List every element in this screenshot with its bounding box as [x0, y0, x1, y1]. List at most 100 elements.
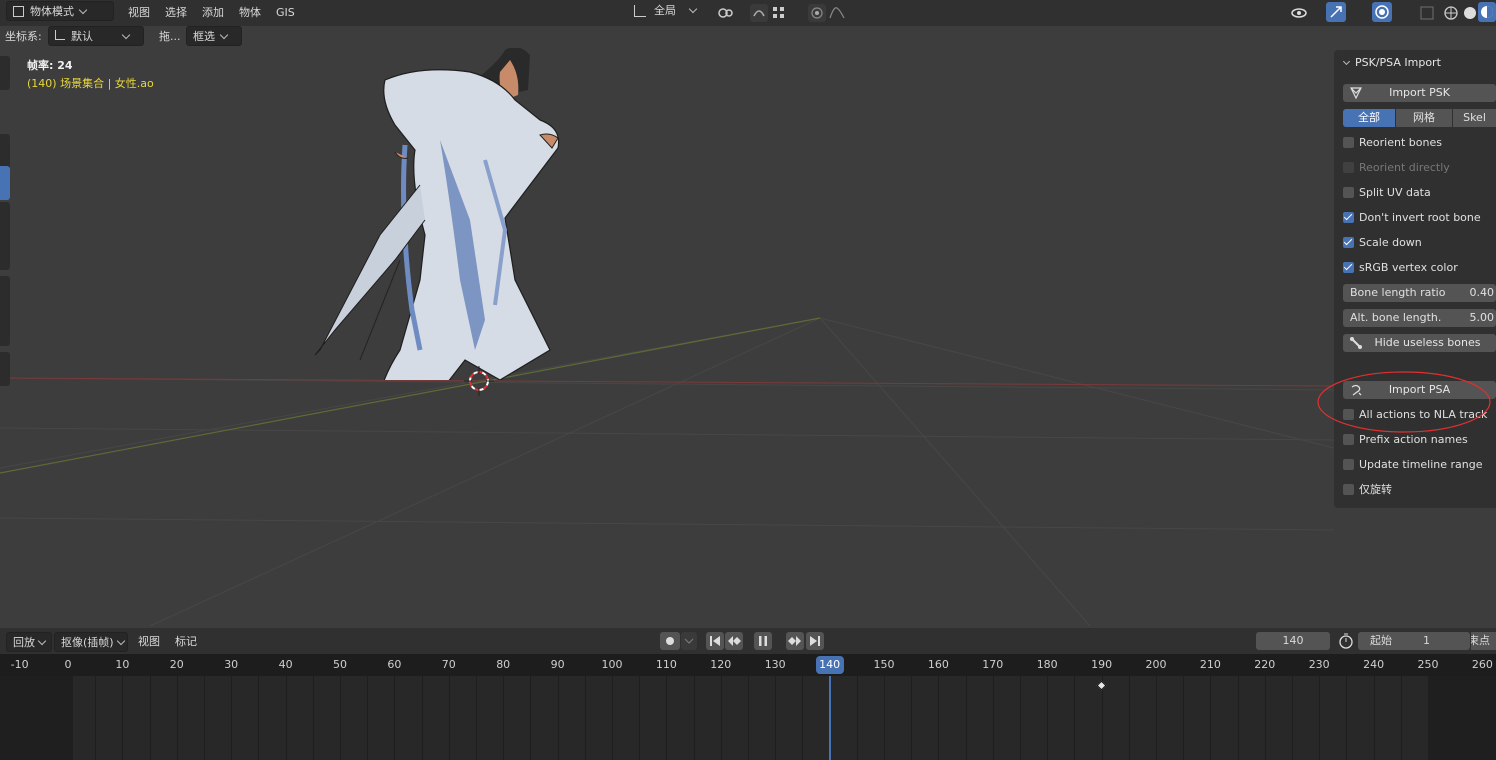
menu-view[interactable]: 视图	[122, 3, 156, 23]
panel-header[interactable]: PSK/PSA Import	[1342, 56, 1441, 69]
3d-cursor-icon[interactable]	[464, 366, 494, 396]
hide-useless-label: Hide useless bones	[1374, 336, 1481, 349]
timeline-body[interactable]	[0, 676, 1496, 760]
import-psk-label: Import PSK	[1389, 86, 1450, 99]
timeline-marker-menu[interactable]: 标记	[169, 632, 203, 652]
shading-material-icon[interactable]	[1478, 2, 1496, 22]
bone-icon	[1350, 337, 1362, 349]
segment-all[interactable]: 全部	[1343, 109, 1395, 127]
tool-stub[interactable]	[0, 56, 10, 90]
update-timeline-range-checkbox[interactable]: Update timeline range	[1343, 456, 1483, 474]
viewport-header: 物体模式 视图 选择 添加 物体 GIS 全局	[0, 0, 1496, 26]
ruler-tick-label: 240	[1363, 658, 1385, 671]
mode-dropdown[interactable]: 物体模式	[6, 1, 114, 21]
ruler-tick-label: 80	[496, 658, 511, 671]
pause-icon[interactable]	[754, 632, 772, 650]
tool-stub[interactable]	[0, 276, 10, 346]
tool-stub[interactable]	[0, 202, 10, 270]
snap-grid-icon[interactable]	[770, 4, 788, 22]
menu-add[interactable]: 添加	[196, 3, 230, 23]
3d-viewport[interactable]: 帧率: 24 (140) 场景集合 | 女性.ao	[0, 48, 1496, 626]
frame-gridline	[285, 676, 287, 760]
jump-end-icon[interactable]	[806, 632, 824, 650]
auto-key-record-icon[interactable]	[660, 632, 680, 650]
ruler-tick-label: 30	[224, 658, 239, 671]
frame-gridline	[666, 676, 668, 760]
select-mode-dropdown[interactable]: 框选	[186, 26, 242, 46]
coord-axes-icon	[55, 30, 65, 40]
frame-gridline	[1128, 676, 1130, 760]
falloff-curve-icon[interactable]	[828, 4, 846, 22]
checkbox-icon	[1343, 483, 1354, 495]
scale-down-checkbox[interactable]: Scale down	[1343, 234, 1422, 252]
frame-gridline	[748, 676, 749, 760]
menu-gis[interactable]: GIS	[270, 3, 301, 23]
chevron-down-icon	[688, 4, 698, 14]
tool-settings-bar: 坐标系: 默认 拖... 框选	[0, 26, 1496, 48]
coord-system-dropdown[interactable]: 默认	[48, 26, 144, 46]
keying-dropdown[interactable]: 抠像(插帧)	[54, 632, 128, 652]
frame-gridline	[1183, 676, 1185, 760]
end-frame-field[interactable]: 结束点	[1471, 632, 1496, 650]
pivot-point-icon[interactable]	[716, 4, 734, 22]
annotation-ellipse	[1317, 371, 1491, 433]
menu-object[interactable]: 物体	[233, 3, 267, 23]
playhead-line[interactable]	[828, 676, 831, 760]
split-uv-checkbox[interactable]: Split UV data	[1343, 184, 1431, 202]
menu-select[interactable]: 选择	[159, 3, 193, 23]
tool-stub-active[interactable]	[0, 166, 10, 200]
chevron-down-icon	[37, 636, 47, 646]
out-of-range-shade	[0, 676, 74, 760]
overlays-icon[interactable]	[1372, 2, 1392, 22]
frame-gridline	[1047, 676, 1049, 760]
tool-stub[interactable]	[0, 352, 10, 386]
frame-gridline	[1264, 676, 1266, 760]
ruler-tick-label: 0	[64, 658, 72, 671]
visibility-eye-icon[interactable]	[1290, 4, 1308, 22]
segment-skel[interactable]: Skel	[1453, 109, 1496, 127]
timeline-ruler[interactable]: -10 0 10 20 30 40 50 60 70 80 90 100 110 120 130 140 150…	[0, 654, 1496, 676]
reorient-bones-checkbox[interactable]: Reorient bones	[1343, 134, 1442, 152]
playback-dropdown[interactable]: 回放	[6, 632, 52, 652]
keyframe-diamond-icon[interactable]	[1096, 680, 1107, 691]
hide-useless-bones-button[interactable]: Hide useless bones	[1343, 334, 1496, 352]
keying-label: 抠像(插帧)	[61, 636, 114, 649]
transform-orientation-dropdown[interactable]: 全局	[628, 1, 708, 21]
select-mode-value: 框选	[193, 30, 215, 43]
start-frame-field[interactable]: 起始 1	[1358, 632, 1470, 650]
keying-options-icon[interactable]	[681, 632, 697, 650]
frame-gridline	[802, 676, 804, 760]
rotation-only-checkbox[interactable]: 仅旋转	[1343, 481, 1392, 499]
stopwatch-icon[interactable]	[1337, 632, 1355, 650]
timeline-view-menu[interactable]: 视图	[132, 632, 166, 652]
segment-mesh[interactable]: 网格	[1396, 109, 1452, 127]
psk-psa-panel: PSK/PSA Import Import PSK 全部 网格 Skel Reo…	[1334, 50, 1496, 508]
alt-bone-length-field[interactable]: Alt. bone length. 5.00	[1343, 309, 1496, 327]
xray-icon[interactable]	[1418, 4, 1436, 22]
mode-label: 物体模式	[30, 5, 74, 18]
playhead-frame-label[interactable]: 140	[815, 656, 844, 674]
shading-solid-icon[interactable]	[1461, 4, 1479, 22]
frame-gridline	[557, 676, 559, 760]
ruler-tick-label: 180	[1036, 658, 1058, 671]
checkbox-label: Update timeline range	[1359, 458, 1483, 471]
import-psk-button[interactable]: Import PSK	[1343, 84, 1496, 102]
srgb-vertex-color-checkbox[interactable]: sRGB vertex color	[1343, 259, 1458, 277]
current-frame-field[interactable]: 140	[1256, 632, 1330, 650]
reorient-directly-checkbox[interactable]: Reorient directly	[1343, 159, 1450, 177]
gizmo-toggle-icon[interactable]	[1326, 2, 1346, 22]
bone-length-ratio-field[interactable]: Bone length ratio 0.40	[1343, 284, 1496, 302]
ruler-tick-label: 210	[1199, 658, 1221, 671]
out-of-range-shade	[1428, 676, 1496, 760]
frame-gridline	[992, 676, 994, 760]
dont-invert-root-checkbox[interactable]: Don't invert root bone	[1343, 209, 1481, 227]
snap-toggle-icon[interactable]	[750, 4, 768, 22]
proportional-edit-icon[interactable]	[808, 4, 826, 22]
jump-keyframe-prev-icon[interactable]	[725, 632, 743, 650]
jump-start-icon[interactable]	[706, 632, 724, 650]
shading-wireframe-icon[interactable]	[1442, 4, 1460, 22]
transform-orientation-label: 全局	[654, 4, 676, 17]
checkbox-label: Scale down	[1359, 236, 1422, 249]
ruler-tick-label: 150	[873, 658, 895, 671]
jump-keyframe-next-icon[interactable]	[786, 632, 804, 650]
